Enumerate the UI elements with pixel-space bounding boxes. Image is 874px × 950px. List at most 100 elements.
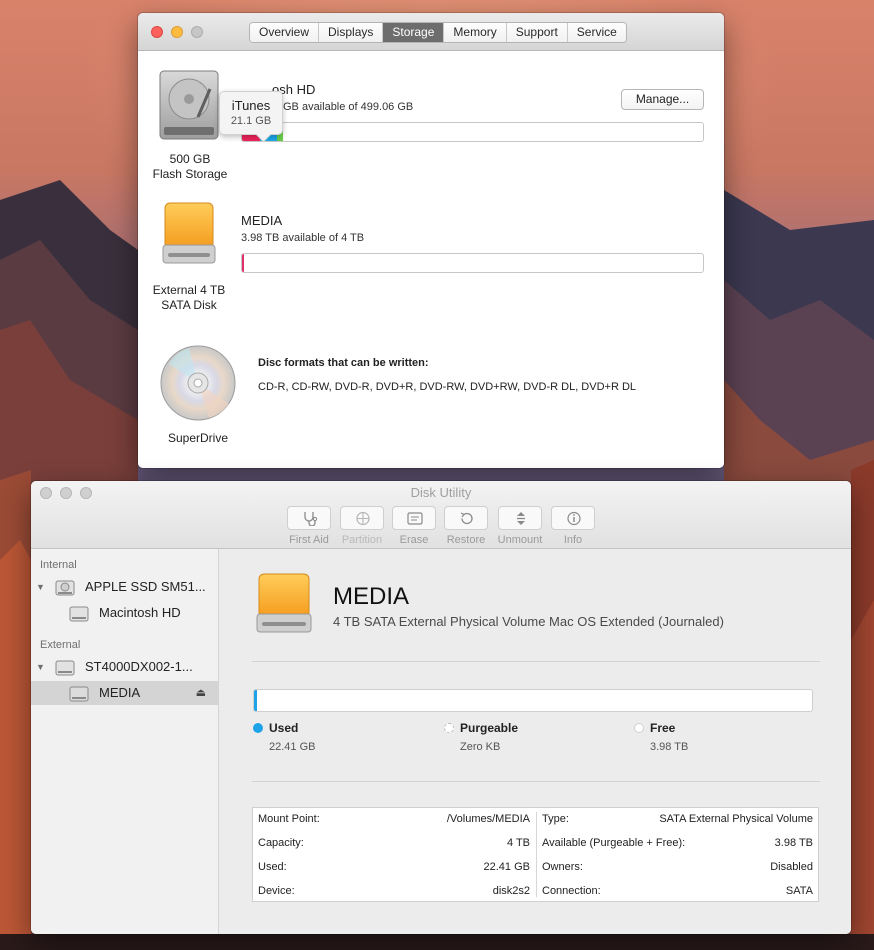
- info-value: 3.98 TB: [774, 837, 813, 849]
- window-title: Disk Utility: [410, 485, 472, 500]
- used-dot-icon: [253, 723, 263, 733]
- info-button[interactable]: Info: [550, 506, 596, 546]
- sidebar-item-macintosh-hd[interactable]: Macintosh HD: [31, 601, 218, 625]
- info-value: 4 TB: [506, 837, 530, 849]
- external-disk-size: External 4 TB: [152, 283, 226, 297]
- disk-utility-titlebar: Disk Utility First Aid Partition Erase R…: [31, 481, 851, 549]
- partition-icon: [356, 511, 370, 526]
- volume-name: MEDIA: [333, 583, 410, 610]
- legend-free-value: 3.98 TB: [650, 741, 689, 753]
- tooltip-value: 21.1 GB: [230, 115, 272, 127]
- info-key: Owners:: [542, 861, 583, 873]
- tab-service[interactable]: Service: [567, 23, 626, 42]
- info-key: Device:: [258, 885, 295, 897]
- volume-icon: [69, 686, 89, 702]
- info-value: Disabled: [770, 861, 813, 873]
- divider: [252, 781, 820, 782]
- sidebar-item-label: ST4000DX002-1...: [85, 659, 193, 674]
- stethoscope-icon: [304, 512, 318, 526]
- external-drive-icon: [55, 660, 75, 676]
- internal-disk-caption: 500 GB Flash Storage: [148, 152, 232, 182]
- disc-formats-list: CD-R, CD-RW, DVD-R, DVD+R, DVD-RW, DVD+R…: [258, 381, 637, 393]
- info-value: disk2s2: [492, 885, 530, 897]
- tooltip-title: iTunes: [231, 98, 271, 113]
- superdrive-disc-icon: [160, 345, 236, 421]
- erase-icon: [407, 512, 423, 525]
- disc-formats-title: Disc formats that can be written:: [258, 357, 429, 369]
- internal-volume-available: GB available of 499.06 GB: [283, 101, 414, 113]
- restore-button[interactable]: Restore: [443, 506, 489, 546]
- info-key: Capacity:: [258, 837, 304, 849]
- sidebar-external-header: External: [40, 639, 81, 651]
- external-volume-available: 3.98 TB available of 4 TB: [241, 232, 365, 244]
- first-aid-button[interactable]: First Aid: [286, 506, 332, 546]
- sidebar: Internal ▼ APPLE SSD SM51... Macintosh H…: [31, 549, 219, 934]
- free-dot-icon: [634, 723, 644, 733]
- eject-icon[interactable]: ⏏: [196, 686, 206, 699]
- internal-storage-bar[interactable]: [241, 122, 704, 142]
- storage-segment[interactable]: [242, 254, 245, 272]
- info-value: 22.41 GB: [483, 861, 530, 873]
- about-this-mac-window: Overview Displays Storage Memory Support…: [138, 13, 724, 468]
- sidebar-internal-header: Internal: [40, 559, 77, 571]
- external-disk-caption: External 4 TB SATA Disk: [144, 283, 234, 313]
- legend-purgeable-value: Zero KB: [460, 741, 501, 753]
- info-row-capacity: Capacity: 4 TB: [253, 832, 536, 856]
- usage-bar-used: [254, 690, 258, 711]
- erase-button[interactable]: Erase: [391, 506, 437, 546]
- info-row-mount-point: Mount Point: /Volumes/MEDIA: [253, 808, 536, 832]
- hard-drive-icon: [55, 580, 75, 596]
- partition-button[interactable]: Partition: [339, 506, 385, 546]
- unmount-button[interactable]: Unmount: [497, 506, 543, 546]
- sidebar-item-label: APPLE SSD SM51...: [85, 579, 206, 594]
- info-label: Info: [563, 534, 583, 546]
- volume-description: 4 TB SATA External Physical Volume Mac O…: [333, 614, 724, 629]
- tab-storage[interactable]: Storage: [383, 23, 445, 42]
- external-storage-bar[interactable]: [241, 253, 704, 273]
- info-row-type: Type: SATA External Physical Volume: [537, 808, 819, 832]
- divider: [252, 661, 820, 662]
- info-row-available: Available (Purgeable + Free): 3.98 TB: [537, 832, 819, 856]
- storage-tooltip: iTunes 21.1 GB: [219, 91, 283, 135]
- info-row-connection: Connection: SATA: [537, 880, 819, 904]
- tab-support[interactable]: Support: [506, 23, 568, 42]
- minimize-button[interactable]: [171, 26, 183, 38]
- external-volume-name: MEDIA: [241, 213, 283, 228]
- unmount-icon: [517, 512, 525, 525]
- disclosure-triangle-icon[interactable]: ▼: [36, 582, 45, 592]
- info-row-used: Used: 22.41 GB: [253, 856, 536, 880]
- tab-memory[interactable]: Memory: [444, 23, 507, 42]
- sidebar-item-st4000[interactable]: ▼ ST4000DX002-1...: [31, 655, 218, 679]
- storage-panel: 500 GB Flash Storage osh HD GB available…: [138, 51, 724, 468]
- purgeable-dot-icon: [444, 723, 454, 733]
- info-key: Mount Point:: [258, 813, 320, 825]
- volume-detail-pane: MEDIA 4 TB SATA External Physical Volume…: [220, 549, 851, 934]
- info-key: Available (Purgeable + Free):: [542, 837, 686, 849]
- disk-utility-window: Disk Utility First Aid Partition Erase R…: [31, 481, 851, 934]
- tab-displays[interactable]: Displays: [319, 23, 384, 42]
- legend-purgeable-label: Purgeable: [460, 721, 519, 735]
- close-button[interactable]: [151, 26, 163, 38]
- sidebar-item-label: MEDIA: [99, 685, 141, 700]
- info-value: SATA: [785, 885, 813, 897]
- info-key: Used:: [258, 861, 287, 873]
- disclosure-triangle-icon[interactable]: ▼: [36, 662, 45, 672]
- legend-used-value: 22.41 GB: [269, 741, 316, 753]
- volume-usage-bar: [253, 689, 813, 712]
- sidebar-item-media[interactable]: MEDIA ⏏: [31, 681, 218, 705]
- sidebar-item-label: Macintosh HD: [99, 605, 181, 620]
- volume-icon: [69, 606, 89, 622]
- legend-free-label: Free: [650, 721, 676, 735]
- external-disk-type: SATA Disk: [161, 298, 217, 312]
- info-value: SATA External Physical Volume: [659, 813, 813, 825]
- zoom-button[interactable]: [191, 26, 203, 38]
- info-row-owners: Owners: Disabled: [537, 856, 819, 880]
- info-value: /Volumes/MEDIA: [446, 813, 530, 825]
- sidebar-item-apple-ssd[interactable]: ▼ APPLE SSD SM51...: [31, 575, 218, 599]
- tab-overview[interactable]: Overview: [250, 23, 320, 42]
- volume-info-table: Mount Point: /Volumes/MEDIA Capacity: 4 …: [252, 807, 819, 902]
- external-drive-icon: [162, 202, 216, 264]
- info-icon: [567, 511, 581, 526]
- info-key: Type:: [542, 813, 569, 825]
- manage-button[interactable]: Manage...: [621, 89, 704, 110]
